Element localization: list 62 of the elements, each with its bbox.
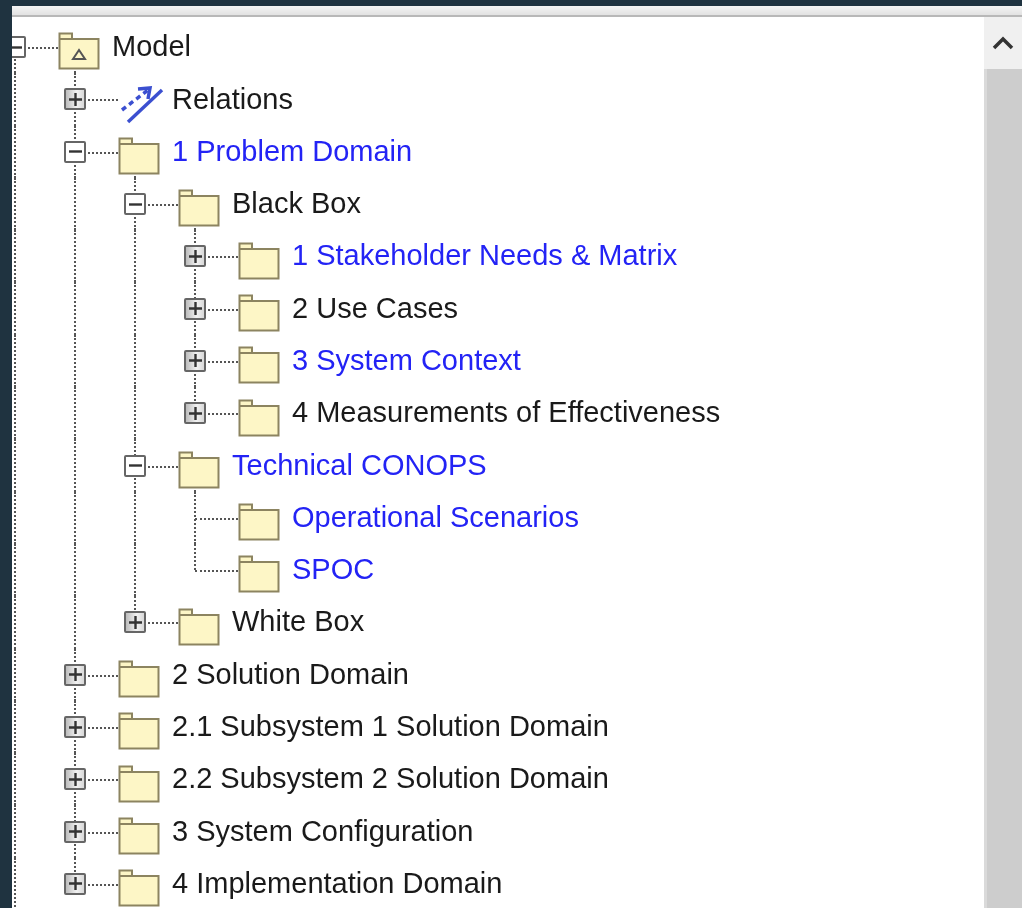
folder-icon	[118, 816, 160, 855]
tree-item-label[interactable]: 2.1 Subsystem 1 Solution Domain	[172, 711, 609, 743]
plus-icon	[68, 877, 82, 891]
folder-icon	[118, 137, 160, 176]
scroll-up-icon[interactable]	[991, 35, 1015, 51]
expand-toggle[interactable]	[64, 663, 86, 686]
folder-icon	[238, 241, 280, 280]
expand-toggle[interactable]	[64, 88, 86, 111]
tree-item-label[interactable]: 1 Problem Domain	[172, 135, 413, 168]
expand-toggle[interactable]	[124, 611, 146, 634]
folder-icon	[118, 869, 160, 908]
expand-toggle[interactable]	[184, 349, 206, 372]
folder-icon	[118, 712, 160, 751]
plus-icon	[68, 825, 82, 839]
folder-icon	[118, 764, 160, 803]
expand-toggle[interactable]	[184, 402, 206, 425]
plus-icon	[68, 720, 82, 734]
plus-icon	[188, 249, 202, 263]
plus-icon	[68, 92, 82, 106]
tree-item-label[interactable]: 2 Solution Domain	[172, 658, 409, 691]
expand-toggle[interactable]	[64, 820, 86, 843]
folder-icon	[238, 346, 280, 385]
tree-item-label[interactable]: 2.2 Subsystem 2 Solution Domain	[172, 763, 609, 796]
minus-icon	[68, 150, 82, 154]
plus-icon	[68, 668, 82, 682]
expand-toggle[interactable]	[64, 768, 86, 791]
expand-toggle[interactable]	[64, 872, 86, 895]
tree-item-label[interactable]: SPOC	[292, 554, 375, 587]
folder-icon	[238, 555, 280, 594]
folder-icon	[178, 189, 220, 228]
tree-item-label[interactable]: 4 Measurements of Effectiveness	[292, 397, 721, 430]
tree-item-label[interactable]: White Box	[232, 606, 365, 639]
tree-item-label[interactable]: 3 System Context	[292, 345, 521, 377]
tree-item-label[interactable]: 4 Implementation Domain	[172, 867, 503, 900]
folder-icon	[118, 660, 160, 699]
plus-icon	[188, 354, 202, 368]
folder-icon	[238, 503, 280, 542]
expand-toggle[interactable]	[64, 716, 86, 738]
folder-icon	[178, 607, 220, 646]
minus-icon	[12, 45, 22, 49]
plus-icon	[188, 406, 202, 420]
folder-icon	[238, 293, 280, 332]
collapse-toggle[interactable]	[124, 454, 146, 477]
tree-item-label[interactable]: 3 System Configuration	[172, 815, 474, 848]
tree-item-label[interactable]: Operational Scenarios	[292, 501, 579, 534]
expand-toggle[interactable]	[184, 245, 206, 268]
tree-item-label[interactable]: Technical CONOPS	[232, 449, 487, 482]
plus-icon	[128, 615, 142, 629]
plus-icon	[68, 772, 82, 786]
tree-item-label[interactable]: 1 Stakeholder Needs & Matrix	[292, 240, 678, 273]
tree-item-label[interactable]: Relations	[172, 83, 293, 116]
folder-icon	[178, 450, 220, 489]
tree-item-label[interactable]: Model	[112, 31, 191, 64]
expand-toggle[interactable]	[184, 297, 206, 320]
folder-icon	[238, 398, 280, 437]
plus-icon	[188, 302, 202, 316]
collapse-toggle[interactable]	[64, 140, 86, 163]
tree-item-label[interactable]: Black Box	[232, 188, 361, 220]
minus-icon	[128, 202, 142, 206]
minus-icon	[128, 464, 142, 467]
collapse-toggle[interactable]	[124, 193, 146, 216]
tree-item-label[interactable]: 2 Use Cases	[292, 292, 458, 325]
